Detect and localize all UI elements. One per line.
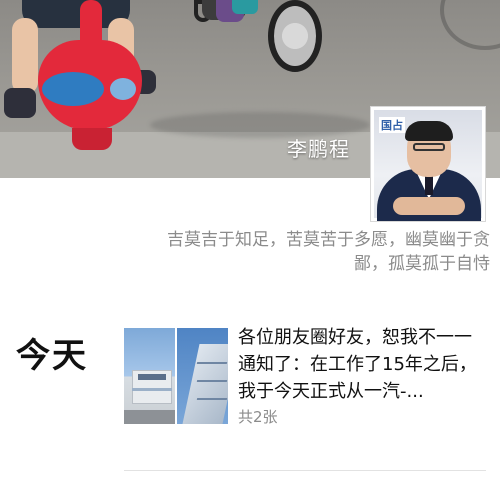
- building-stripe: [132, 388, 172, 391]
- tower-window-line: [196, 398, 228, 400]
- scooter-base: [72, 128, 112, 150]
- signature-line: 吉莫吉于知足，苦莫苦于多愿，幽莫幽于贪: [167, 230, 490, 250]
- feed-divider: [124, 470, 486, 471]
- post-text[interactable]: 各位朋友圈好友，恕我不一一通知了：在工作了15年之后，我于今天正式从一汽-...: [238, 324, 482, 405]
- bike-front-wheel: [268, 0, 322, 72]
- profile-signature: 吉莫吉于知足，苦莫苦于多愿，幽莫幽于贪 鄙，孤莫孤于自恃: [130, 228, 490, 276]
- tower-window-line: [196, 380, 228, 382]
- avatar-glasses: [413, 143, 445, 151]
- post-photo-count: 共2张: [238, 408, 278, 426]
- road: [124, 410, 175, 424]
- avatar-hands: [393, 197, 465, 215]
- signature-line: 鄙，孤莫孤于自恃: [354, 254, 490, 274]
- avatar[interactable]: 国占: [370, 106, 486, 222]
- avatar-hair: [405, 121, 453, 141]
- scooter-seat: [42, 72, 104, 106]
- day-label: 今天: [16, 336, 88, 376]
- child-left-leg: [12, 18, 38, 94]
- cover-corner-object: [440, 0, 500, 50]
- post-photo-2[interactable]: [177, 328, 228, 424]
- post-photo-1[interactable]: [124, 328, 175, 424]
- tower-window-line: [196, 362, 228, 364]
- bike-pedal: [232, 0, 258, 14]
- post-thumbnails[interactable]: [124, 328, 228, 424]
- tower-building: [182, 344, 228, 424]
- scooter-light: [110, 78, 136, 100]
- building-sign: [138, 374, 166, 380]
- avatar-sign-text: 国占: [379, 117, 405, 133]
- child-left-shoe: [4, 88, 36, 118]
- profile-name[interactable]: 李鹏程: [287, 133, 350, 162]
- moment-post[interactable]: 各位朋友圈好友，恕我不一一通知了：在工作了15年之后，我于今天正式从一汽-...…: [124, 327, 484, 426]
